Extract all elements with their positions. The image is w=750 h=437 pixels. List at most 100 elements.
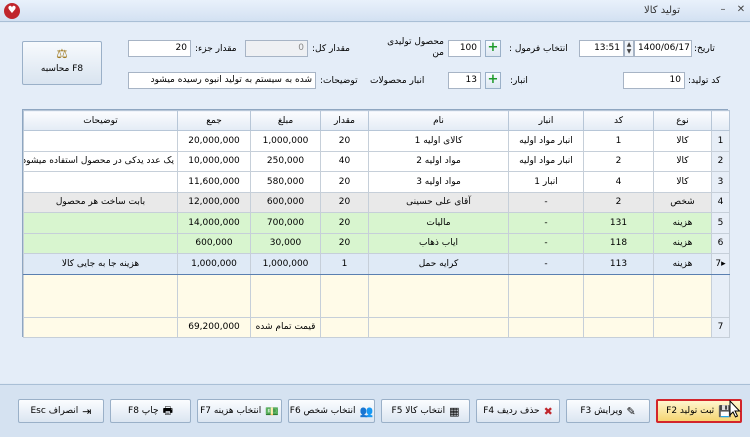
cell-name[interactable]: کالای اولیه 1 — [368, 130, 509, 152]
header-sum[interactable]: جمع — [177, 110, 251, 131]
header-code[interactable]: کد — [583, 110, 654, 131]
cell-name[interactable]: مالیات — [368, 212, 509, 234]
table-row[interactable]: 4 شخص 2 - آقای علی حسینی 20 600,000 12,0… — [23, 191, 730, 213]
delete-row-button[interactable]: ✖ حذف ردیف F4 — [476, 399, 560, 423]
cell-sum: 1,000,000 — [177, 253, 251, 275]
cell-name[interactable]: ایاب ذهاب — [368, 232, 509, 254]
cell-empty[interactable] — [583, 273, 654, 318]
cell-notes[interactable]: بابت ساخت هر محصول — [23, 191, 178, 213]
cell-type[interactable]: کالا — [653, 150, 712, 172]
cell-code[interactable]: 2 — [583, 150, 654, 172]
cell-price[interactable]: 1,000,000 — [250, 253, 321, 275]
cell-empty[interactable] — [653, 273, 712, 318]
header-price[interactable]: مبلغ — [250, 110, 321, 131]
empty-row[interactable] — [23, 273, 730, 318]
cell-qty[interactable]: 20 — [320, 171, 369, 193]
close-button[interactable]: ✕ — [733, 3, 749, 17]
mouse-cursor-icon — [729, 400, 741, 418]
cell-code[interactable]: 131 — [583, 212, 654, 234]
cell-code[interactable]: 113 — [583, 253, 654, 275]
code-field[interactable]: 10 — [623, 72, 685, 89]
cell-code[interactable]: 4 — [583, 171, 654, 193]
table-row-selected[interactable]: ▸7 هزینه 113 - کرایه حمل 1 1,000,000 1,0… — [23, 253, 730, 275]
cell-price[interactable]: 250,000 — [250, 150, 321, 172]
header-notes[interactable]: توضیحات — [23, 110, 178, 131]
cell-price[interactable]: 580,000 — [250, 171, 321, 193]
print-button[interactable]: 🖶 چاپ F8 — [110, 399, 191, 423]
cell-qty[interactable]: 1 — [320, 253, 369, 275]
cell-type[interactable]: هزینه — [653, 212, 712, 234]
header-warehouse[interactable]: انبار — [508, 110, 584, 131]
cell-empty[interactable] — [368, 273, 509, 318]
table-row[interactable]: 6 هزینه 118 - ایاب ذهاب 20 30,000 600,00… — [23, 232, 730, 254]
cell-empty[interactable] — [177, 273, 251, 318]
select-person-button[interactable]: 👥 انتخاب شخص F6 — [288, 399, 375, 423]
cell-notes[interactable]: هزینه جا به جایی کالا — [23, 253, 178, 275]
cell-notes[interactable] — [23, 212, 178, 234]
cell-warehouse[interactable]: انبار مواد اولیه — [508, 130, 584, 152]
cell-price[interactable]: 30,000 — [250, 232, 321, 254]
cell-notes[interactable]: یک عدد یدکی در محصول استفاده میشود — [23, 150, 178, 172]
cell-empty[interactable] — [320, 273, 369, 318]
cell-type[interactable]: کالا — [653, 171, 712, 193]
add-warehouse-button[interactable]: + — [485, 72, 501, 89]
cell-qty[interactable]: 20 — [320, 191, 369, 213]
cell-qty[interactable]: 40 — [320, 150, 369, 172]
cell-warehouse[interactable]: انبار مواد اولیه — [508, 150, 584, 172]
cell-code[interactable]: 2 — [583, 191, 654, 213]
cell-name[interactable]: آقای علی حسینی — [368, 191, 509, 213]
cell-type[interactable]: هزینه — [653, 253, 712, 275]
cell-empty[interactable] — [250, 273, 321, 318]
cell-price[interactable]: 1,000,000 — [250, 130, 321, 152]
cell-notes[interactable] — [23, 130, 178, 152]
add-formula-button[interactable]: + — [485, 40, 501, 57]
time-spinner[interactable]: ▲ ▼ — [624, 40, 634, 57]
cell-warehouse[interactable]: - — [508, 232, 584, 254]
header-qty[interactable]: مقدار — [320, 110, 369, 131]
table-row[interactable]: 5 هزینه 131 - مالیات 20 700,000 14,000,0… — [23, 212, 730, 234]
table-row[interactable]: 2 کالا 2 انبار مواد اولیه مواد اولیه 2 4… — [23, 150, 730, 172]
cell-type[interactable]: شخص — [653, 191, 712, 213]
cell-name[interactable]: کرایه حمل — [368, 253, 509, 275]
products-warehouse-field[interactable]: 13 — [448, 72, 481, 89]
cell-warehouse[interactable]: - — [508, 253, 584, 275]
cell-price[interactable]: 600,000 — [250, 191, 321, 213]
table-row[interactable]: 1 کالا 1 انبار مواد اولیه کالای اولیه 1 … — [23, 130, 730, 152]
edit-button[interactable]: ✎ ویرایش F3 — [566, 399, 650, 423]
cell-type[interactable]: هزینه — [653, 232, 712, 254]
cell-warehouse[interactable]: - — [508, 191, 584, 213]
total-label: قیمت تمام شده — [250, 316, 321, 338]
cell-warehouse[interactable]: - — [508, 212, 584, 234]
cell-notes[interactable] — [23, 171, 178, 193]
notes-field[interactable]: شده به سیستم به تولید انبوه رسیده میشود — [128, 72, 316, 89]
header-name[interactable]: نام — [368, 110, 509, 131]
calculate-button[interactable]: ⚖ محاسبه F8 — [22, 41, 102, 85]
cell-notes[interactable] — [23, 232, 178, 254]
cell-warehouse[interactable]: انبار 1 — [508, 171, 584, 193]
cell-empty[interactable] — [23, 273, 178, 318]
cell-empty[interactable] — [508, 273, 584, 318]
product-qty-field[interactable]: 100 — [448, 40, 481, 57]
time-field[interactable]: 13:51 — [579, 40, 624, 57]
totals-row-number: 7 — [711, 316, 730, 338]
cell-qty[interactable]: 20 — [320, 232, 369, 254]
cell-name[interactable]: مواد اولیه 2 — [368, 150, 509, 172]
cancel-button[interactable]: ⇥ انصراف Esc — [18, 399, 104, 423]
header-type[interactable]: نوع — [653, 110, 712, 131]
cell-name[interactable]: مواد اولیه 3 — [368, 171, 509, 193]
minimize-button[interactable]: – — [715, 3, 731, 17]
table-row[interactable]: 3 کالا 4 انبار 1 مواد اولیه 3 20 580,000… — [23, 171, 730, 193]
scale-icon: ⚖ — [56, 47, 68, 62]
select-item-button[interactable]: ▦ انتخاب کالا F5 — [381, 399, 470, 423]
part-qty-field[interactable]: 20 — [128, 40, 191, 57]
cell-code[interactable]: 1 — [583, 130, 654, 152]
select-cost-button[interactable]: 💵 انتخاب هزینه F7 — [197, 399, 282, 423]
cell-type[interactable]: کالا — [653, 130, 712, 152]
date-field[interactable]: 1400/06/17 — [634, 40, 692, 57]
cell-qty[interactable]: 20 — [320, 212, 369, 234]
cell-price[interactable]: 700,000 — [250, 212, 321, 234]
formula-label: انتخاب فرمول : — [509, 44, 568, 54]
cell-sum: 11,600,000 — [177, 171, 251, 193]
cell-qty[interactable]: 20 — [320, 130, 369, 152]
cell-code[interactable]: 118 — [583, 232, 654, 254]
